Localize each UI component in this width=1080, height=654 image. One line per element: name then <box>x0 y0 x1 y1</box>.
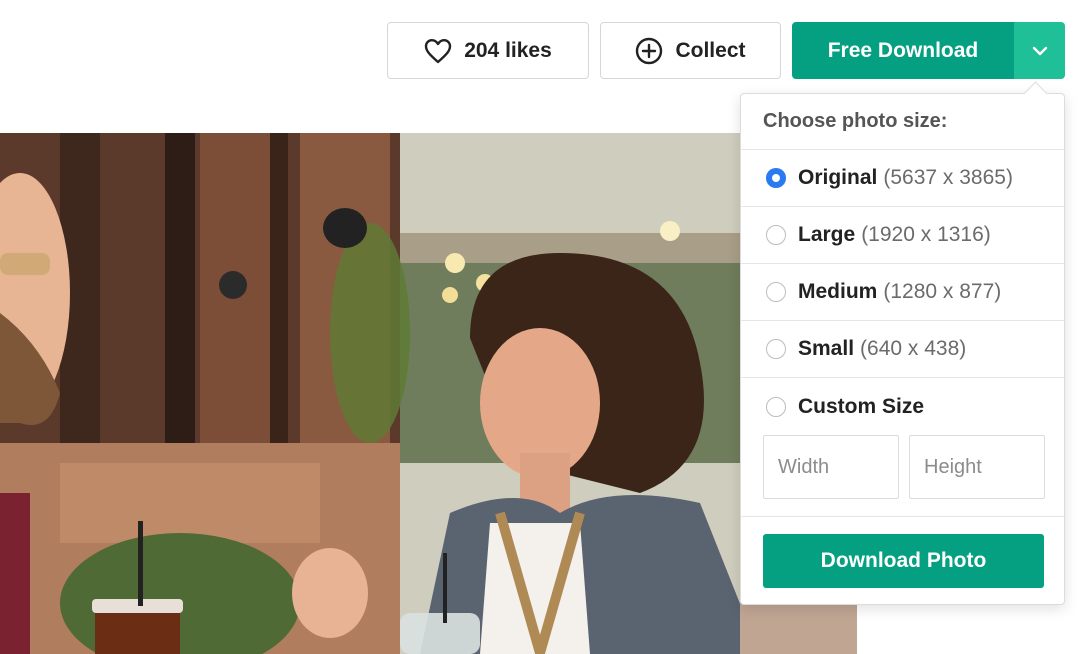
size-option-small[interactable]: Small (640 x 438) <box>741 321 1064 378</box>
custom-size-block: Custom Size <box>741 378 1064 517</box>
dropdown-title: Choose photo size: <box>741 94 1064 150</box>
radio-original[interactable] <box>766 168 786 188</box>
download-options-toggle[interactable] <box>1014 22 1065 79</box>
size-option-dims: (1920 x 1316) <box>861 223 991 246</box>
radio-medium[interactable] <box>766 282 786 302</box>
size-option-dims: (5637 x 3865) <box>883 166 1013 189</box>
size-option-name: Large <box>798 223 856 246</box>
size-option-name: Original <box>798 166 878 189</box>
radio-small[interactable] <box>766 339 786 359</box>
like-button[interactable]: 204 likes <box>387 22 589 79</box>
collect-button[interactable]: Collect <box>600 22 781 79</box>
radio-custom[interactable] <box>766 396 786 417</box>
size-option-original[interactable]: Original (5637 x 3865) <box>741 150 1064 207</box>
download-photo-button[interactable]: Download Photo <box>763 534 1044 588</box>
free-download-label: Free Download <box>827 38 979 62</box>
free-download-button[interactable]: Free Download <box>792 22 1014 79</box>
radio-large[interactable] <box>766 225 786 245</box>
custom-size-label: Custom Size <box>798 394 925 418</box>
chevron-down-icon <box>1031 39 1049 63</box>
size-option-name: Medium <box>798 280 878 303</box>
plus-circle-icon <box>635 37 663 65</box>
size-option-medium[interactable]: Medium (1280 x 877) <box>741 264 1064 321</box>
heart-icon <box>424 38 452 64</box>
stock-photo <box>0 133 857 654</box>
size-option-name: Small <box>798 337 855 360</box>
photo-illustration <box>0 133 857 654</box>
size-option-custom[interactable]: Custom Size <box>741 378 1064 435</box>
size-option-dims: (640 x 438) <box>860 337 967 360</box>
likes-count-label: 204 likes <box>464 38 552 62</box>
custom-width-input[interactable] <box>763 435 899 499</box>
photo-size-dropdown: Choose photo size: Original (5637 x 3865… <box>740 81 1065 605</box>
custom-size-inputs <box>741 435 1064 516</box>
size-option-dims: (1280 x 877) <box>883 280 1002 303</box>
size-option-large[interactable]: Large (1920 x 1316) <box>741 207 1064 264</box>
custom-height-input[interactable] <box>909 435 1045 499</box>
collect-label: Collect <box>675 38 746 62</box>
photo-page: 204 likes Collect Free Download Choose p… <box>0 0 1080 654</box>
